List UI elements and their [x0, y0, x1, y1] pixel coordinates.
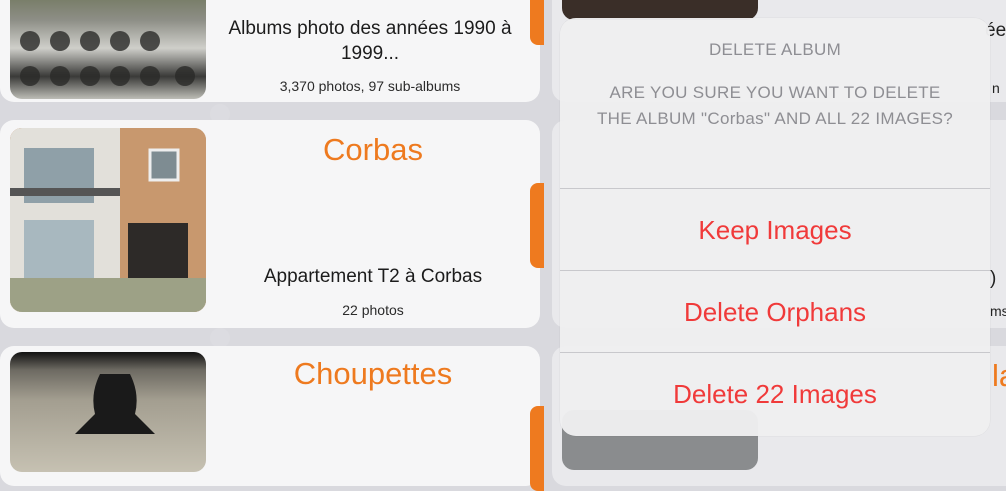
album-thumbnail-corbas [10, 128, 206, 312]
partial-text: la [992, 358, 1006, 393]
album-card-corbas[interactable]: Corbas Appartement T2 à Corbas 22 photos [0, 120, 540, 328]
keep-images-button[interactable]: Keep Images [560, 188, 990, 271]
album-title[interactable]: Corbas [200, 132, 546, 168]
album-count: 3,370 photos, 97 sub-albums [279, 78, 461, 94]
alert-header: DELETE ALBUM ARE YOU SURE YOU WANT TO DE… [560, 18, 990, 188]
furniture-image-icon [75, 374, 155, 434]
alert-message: ARE YOU SURE YOU WANT TO DELETE THE ALBU… [596, 83, 954, 128]
delete-orphans-button[interactable]: Delete Orphans [560, 270, 990, 353]
album-thumbnail-1990s [10, 0, 206, 99]
album-thumbnail-right [562, 0, 758, 20]
connector-dot [210, 328, 230, 348]
album-count: 22 photos [342, 302, 404, 318]
alert-title: DELETE ALBUM [708, 40, 842, 59]
album-thumbnail-choupettes [10, 352, 206, 472]
delete-album-alert: DELETE ALBUM ARE YOU SURE YOU WANT TO DE… [560, 18, 990, 436]
thumbnail-image-icon [20, 31, 195, 86]
delete-all-images-button[interactable]: Delete 22 Images [560, 352, 990, 435]
building-image-icon [10, 128, 206, 312]
partial-text: ) [990, 268, 997, 289]
album-card-choupettes[interactable]: Choupettes [0, 346, 540, 486]
album-tab[interactable] [530, 0, 544, 45]
album-title[interactable]: Choupettes [200, 356, 546, 392]
album-description: Appartement T2 à Corbas [263, 266, 483, 287]
album-tab[interactable] [530, 406, 544, 491]
partial-text: ms [990, 303, 1006, 319]
album-card-1990s[interactable]: Albums photo des années 1990 à 1999... 3… [0, 0, 540, 102]
album-description: Albums photo des années 1990 à 1999... [228, 18, 512, 64]
partial-text: n [992, 80, 1000, 96]
album-tab[interactable] [530, 183, 544, 268]
